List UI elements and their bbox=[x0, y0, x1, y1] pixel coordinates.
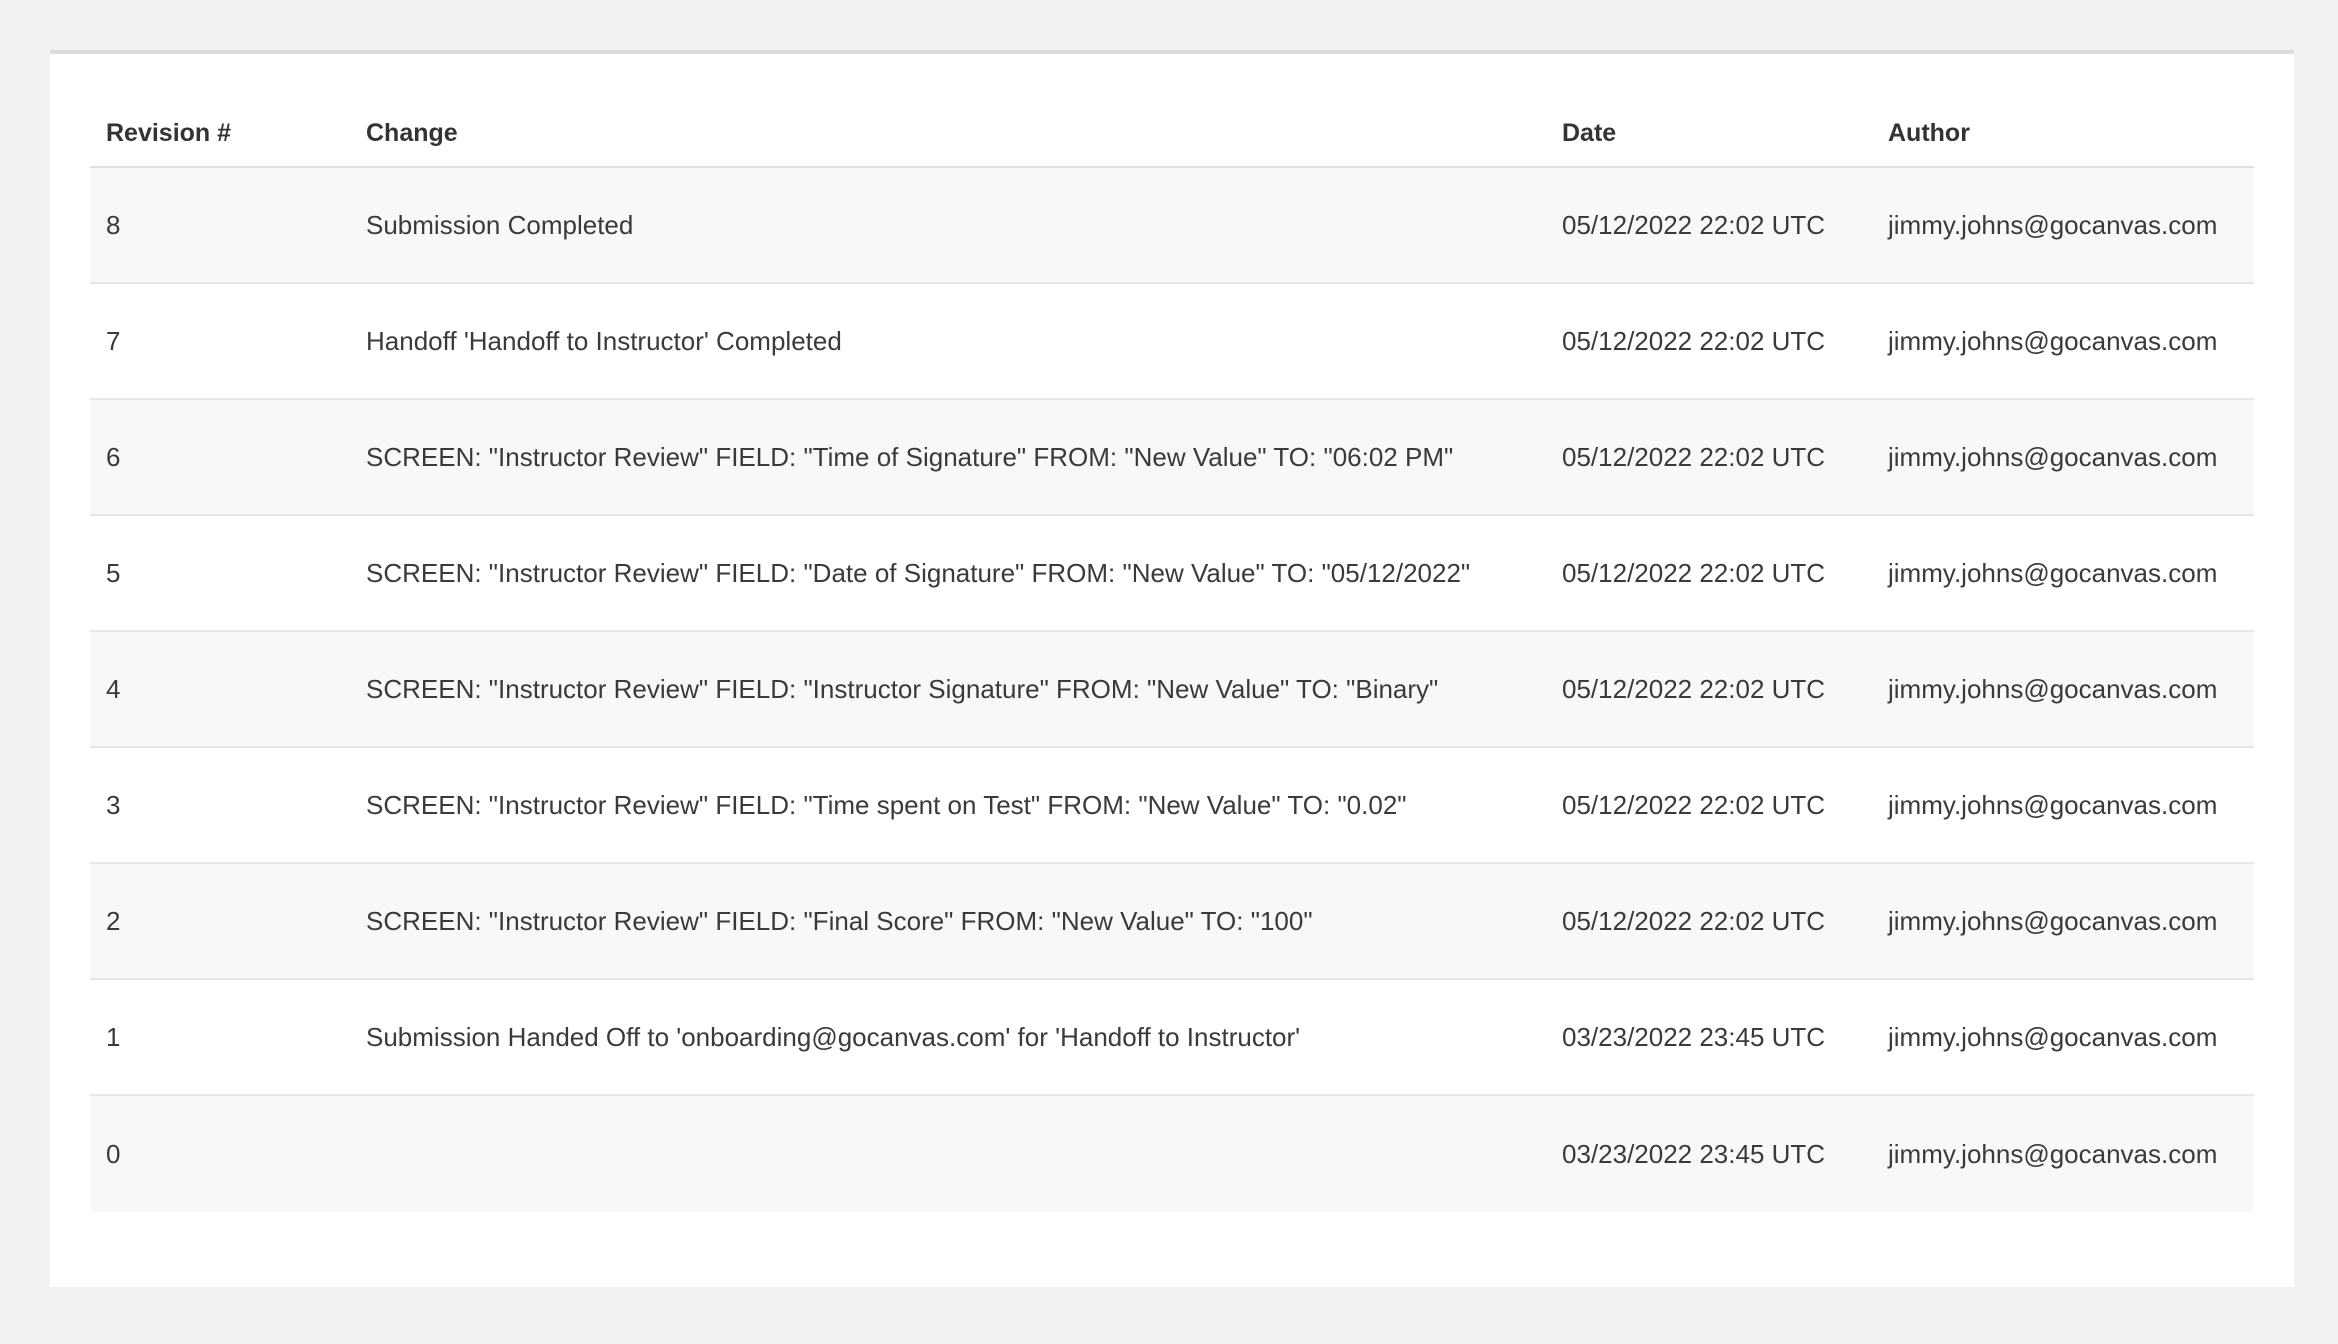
revision-date: 03/23/2022 23:45 UTC bbox=[1562, 1021, 1826, 1052]
revision-history-table: Revision # Change Date Author 8 Submissi… bbox=[90, 100, 2254, 1212]
table-row: 4 SCREEN: "Instructor Review" FIELD: "In… bbox=[90, 632, 2254, 748]
revision-author: jimmy.johns@gocanvas.com bbox=[1888, 557, 2218, 588]
revision-date: 03/23/2022 23:45 UTC bbox=[1562, 1138, 1826, 1169]
revision-date: 05/12/2022 22:02 UTC bbox=[1562, 789, 1826, 820]
table-row: 0 03/23/2022 23:45 UTC jimmy.johns@gocan… bbox=[90, 1096, 2254, 1212]
change-description: SCREEN: "Instructor Review" FIELD: "Time… bbox=[366, 789, 1407, 820]
revision-date: 05/12/2022 22:02 UTC bbox=[1562, 325, 1826, 356]
table-row: 8 Submission Completed 05/12/2022 22:02 … bbox=[90, 168, 2254, 284]
column-header-author: Author bbox=[1888, 118, 1970, 147]
revision-number: 2 bbox=[106, 905, 121, 936]
table-row: 7 Handoff 'Handoff to Instructor' Comple… bbox=[90, 284, 2254, 400]
revision-number: 7 bbox=[106, 325, 121, 356]
revision-number: 1 bbox=[106, 1021, 121, 1052]
revision-number: 4 bbox=[106, 673, 121, 704]
revision-author: jimmy.johns@gocanvas.com bbox=[1888, 209, 2218, 240]
table-row: 5 SCREEN: "Instructor Review" FIELD: "Da… bbox=[90, 516, 2254, 632]
table-row: 3 SCREEN: "Instructor Review" FIELD: "Ti… bbox=[90, 748, 2254, 864]
revision-number: 0 bbox=[106, 1138, 121, 1169]
revision-number: 6 bbox=[106, 441, 121, 472]
revision-author: jimmy.johns@gocanvas.com bbox=[1888, 789, 2218, 820]
column-header-date: Date bbox=[1562, 118, 1617, 147]
revision-date: 05/12/2022 22:02 UTC bbox=[1562, 441, 1826, 472]
change-description: SCREEN: "Instructor Review" FIELD: "Inst… bbox=[366, 673, 1439, 704]
revision-history-card: Revision # Change Date Author 8 Submissi… bbox=[50, 50, 2294, 1287]
column-header-revision: Revision # bbox=[106, 118, 232, 147]
revision-date: 05/12/2022 22:02 UTC bbox=[1562, 209, 1826, 240]
table-row: 2 SCREEN: "Instructor Review" FIELD: "Fi… bbox=[90, 864, 2254, 980]
change-description: SCREEN: "Instructor Review" FIELD: "Date… bbox=[366, 557, 1471, 588]
column-header-change: Change bbox=[366, 118, 458, 147]
table-row: 6 SCREEN: "Instructor Review" FIELD: "Ti… bbox=[90, 400, 2254, 516]
revision-date: 05/12/2022 22:02 UTC bbox=[1562, 673, 1826, 704]
revision-author: jimmy.johns@gocanvas.com bbox=[1888, 441, 2218, 472]
table-row: 1 Submission Handed Off to 'onboarding@g… bbox=[90, 980, 2254, 1096]
change-description: Handoff 'Handoff to Instructor' Complete… bbox=[366, 325, 842, 356]
revision-author: jimmy.johns@gocanvas.com bbox=[1888, 1021, 2218, 1052]
table-header-row: Revision # Change Date Author bbox=[90, 100, 2254, 168]
revision-author: jimmy.johns@gocanvas.com bbox=[1888, 673, 2218, 704]
revision-author: jimmy.johns@gocanvas.com bbox=[1888, 905, 2218, 936]
revision-number: 5 bbox=[106, 557, 121, 588]
revision-number: 8 bbox=[106, 209, 121, 240]
revision-date: 05/12/2022 22:02 UTC bbox=[1562, 905, 1826, 936]
revision-number: 3 bbox=[106, 789, 121, 820]
change-description: SCREEN: "Instructor Review" FIELD: "Fina… bbox=[366, 905, 1313, 936]
revision-date: 05/12/2022 22:02 UTC bbox=[1562, 557, 1826, 588]
change-description: Submission Completed bbox=[366, 209, 634, 240]
revision-author: jimmy.johns@gocanvas.com bbox=[1888, 325, 2218, 356]
change-description: SCREEN: "Instructor Review" FIELD: "Time… bbox=[366, 441, 1454, 472]
change-description: Submission Handed Off to 'onboarding@goc… bbox=[366, 1021, 1301, 1052]
revision-author: jimmy.johns@gocanvas.com bbox=[1888, 1138, 2218, 1169]
